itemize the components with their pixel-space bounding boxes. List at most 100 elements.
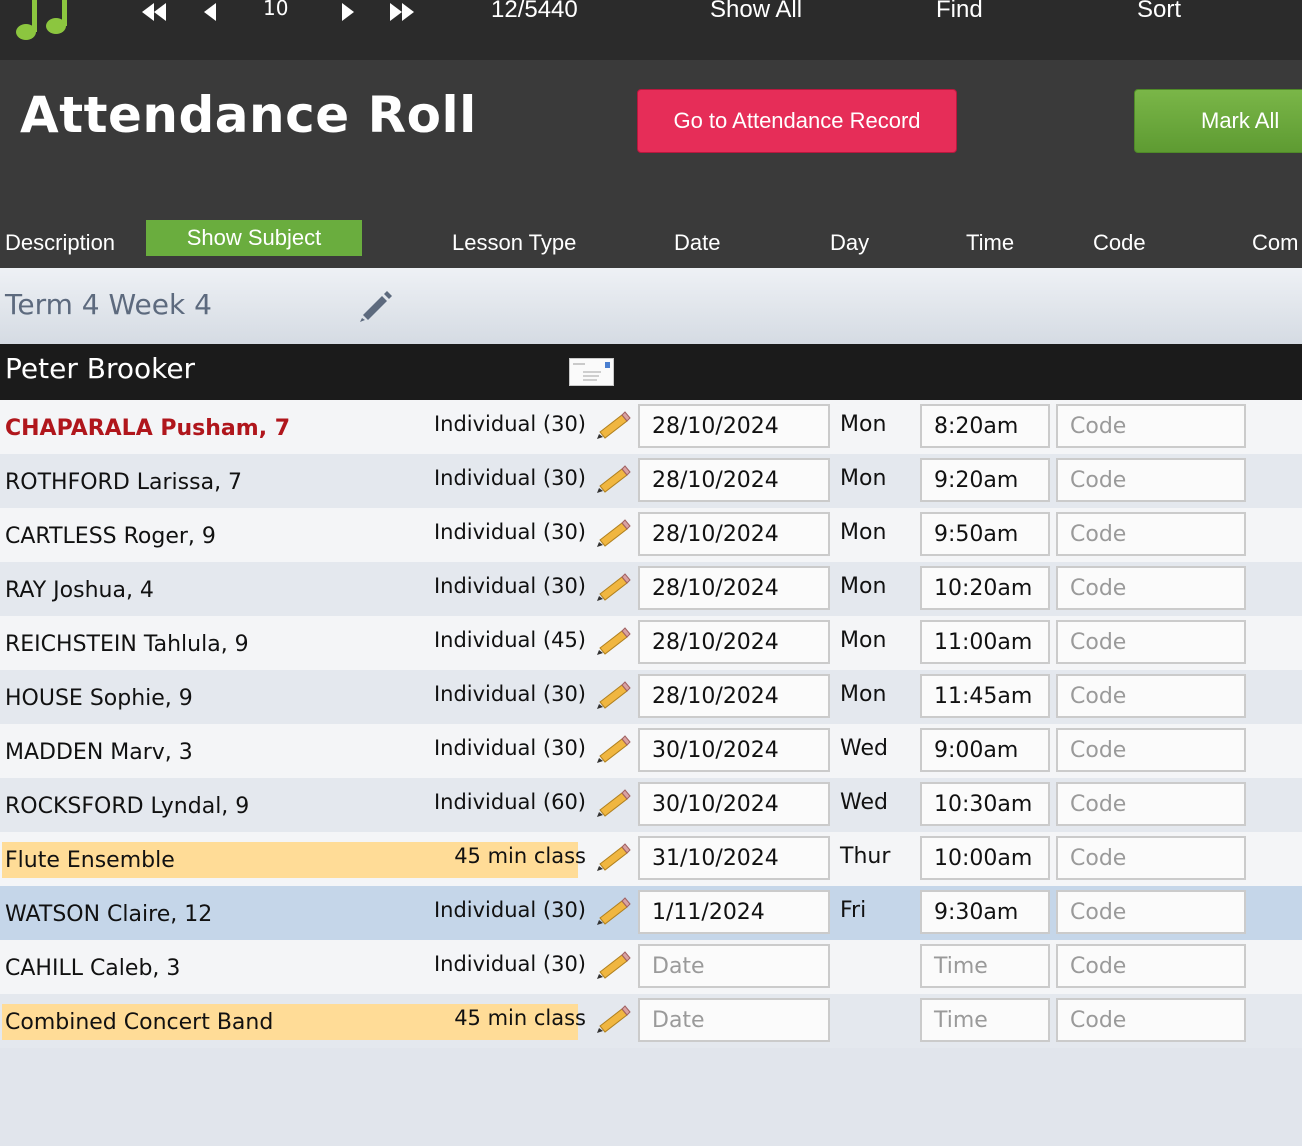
lesson-type: Individual (30) xyxy=(433,520,586,544)
lesson-type: Individual (30) xyxy=(433,574,586,598)
code-field[interactable]: Code xyxy=(1056,404,1246,448)
time-field[interactable]: 11:45am xyxy=(920,674,1050,718)
code-field[interactable]: Code xyxy=(1056,512,1246,556)
code-field[interactable]: Code xyxy=(1056,728,1246,772)
column-date[interactable]: Date xyxy=(674,230,720,256)
date-field[interactable]: 30/10/2024 xyxy=(638,782,830,826)
find-button[interactable]: Find xyxy=(936,0,983,24)
date-field[interactable]: 28/10/2024 xyxy=(638,566,830,610)
pencil-icon[interactable] xyxy=(596,734,632,764)
student-name[interactable]: ROTHFORD Larissa, 7 xyxy=(5,470,242,495)
code-field[interactable]: Code xyxy=(1056,998,1246,1042)
date-field[interactable]: Date xyxy=(638,944,830,988)
pencil-icon[interactable] xyxy=(596,1004,632,1034)
time-field[interactable]: 8:20am xyxy=(920,404,1050,448)
first-record-icon[interactable] xyxy=(138,0,170,28)
show-all-button[interactable]: Show All xyxy=(710,0,802,24)
student-row[interactable]: CHAPARALA Pusham, 7 Individual (30) 28/10/… xyxy=(0,400,1302,454)
date-field[interactable]: 28/10/2024 xyxy=(638,620,830,664)
student-name[interactable]: CAHILL Caleb, 3 xyxy=(5,956,180,981)
student-name[interactable]: HOUSE Sophie, 9 xyxy=(5,686,193,711)
code-field[interactable]: Code xyxy=(1056,458,1246,502)
code-field[interactable]: Code xyxy=(1056,944,1246,988)
student-name[interactable]: RAY Joshua, 4 xyxy=(5,578,154,603)
date-field[interactable]: 28/10/2024 xyxy=(638,512,830,556)
student-name[interactable]: ROCKSFORD Lyndal, 9 xyxy=(5,794,249,819)
pencil-icon[interactable] xyxy=(596,410,632,440)
show-subject-button[interactable]: Show Subject xyxy=(146,220,362,256)
day-label: Mon xyxy=(840,574,887,599)
date-field[interactable]: 31/10/2024 xyxy=(638,836,830,880)
date-field[interactable]: Date xyxy=(638,998,830,1042)
time-field[interactable]: 9:30am xyxy=(920,890,1050,934)
time-field[interactable]: 9:50am xyxy=(920,512,1050,556)
pencil-icon[interactable] xyxy=(596,842,632,872)
pencil-icon[interactable] xyxy=(596,950,632,980)
column-description[interactable]: Description xyxy=(5,230,115,256)
envelope-icon[interactable] xyxy=(569,358,614,386)
student-row[interactable]: CAHILL Caleb, 3 Individual (30) Date Time Co… xyxy=(0,940,1302,994)
code-field[interactable]: Code xyxy=(1056,890,1246,934)
lesson-type: Individual (60) xyxy=(433,790,586,814)
pencil-icon[interactable] xyxy=(596,788,632,818)
group-row[interactable]: Combined Concert Band 45 min class Date Tim… xyxy=(0,994,1302,1048)
time-field[interactable]: Time xyxy=(920,944,1050,988)
time-field[interactable]: 10:30am xyxy=(920,782,1050,826)
column-code[interactable]: Code xyxy=(1093,230,1146,256)
time-field[interactable]: 9:00am xyxy=(920,728,1050,772)
pencil-icon[interactable] xyxy=(596,464,632,494)
next-record-icon[interactable] xyxy=(336,0,360,28)
date-field[interactable]: 30/10/2024 xyxy=(638,728,830,772)
lesson-type: 45 min class xyxy=(454,844,586,868)
pencil-icon[interactable] xyxy=(356,288,394,324)
code-field[interactable]: Code xyxy=(1056,620,1246,664)
time-field[interactable]: 10:20am xyxy=(920,566,1050,610)
student-name[interactable]: MADDEN Marv, 3 xyxy=(5,740,193,765)
student-name[interactable]: REICHSTEIN Tahlula, 9 xyxy=(5,632,249,657)
student-row[interactable]: CARTLESS Roger, 9 Individual (30) 28/10/20… xyxy=(0,508,1302,562)
mark-all-button[interactable]: Mark All xyxy=(1134,89,1302,153)
student-name[interactable]: CHAPARALA Pusham, 7 xyxy=(5,416,290,441)
student-name[interactable]: Combined Concert Band xyxy=(5,1010,273,1035)
pencil-icon[interactable] xyxy=(596,626,632,656)
day-label: Fri xyxy=(840,898,867,923)
pencil-icon[interactable] xyxy=(596,680,632,710)
column-time[interactable]: Time xyxy=(966,230,1014,256)
student-name[interactable]: WATSON Claire, 12 xyxy=(5,902,212,927)
student-name[interactable]: CARTLESS Roger, 9 xyxy=(5,524,216,549)
date-field[interactable]: 1/11/2024 xyxy=(638,890,830,934)
teacher-name: Peter Brooker xyxy=(5,352,196,385)
column-comments[interactable]: Com xyxy=(1252,230,1298,256)
time-field[interactable]: 9:20am xyxy=(920,458,1050,502)
group-row[interactable]: Flute Ensemble 45 min class 31/10/2024 Thur… xyxy=(0,832,1302,886)
day-label: Mon xyxy=(840,682,887,707)
date-field[interactable]: 28/10/2024 xyxy=(638,674,830,718)
column-lesson-type[interactable]: Lesson Type xyxy=(452,230,576,256)
code-field[interactable]: Code xyxy=(1056,674,1246,718)
go-to-attendance-record-button[interactable]: Go to Attendance Record xyxy=(637,89,957,153)
code-field[interactable]: Code xyxy=(1056,836,1246,880)
student-row[interactable]: HOUSE Sophie, 9 Individual (30) 28/10/2024… xyxy=(0,670,1302,724)
student-row[interactable]: WATSON Claire, 12 Individual (30) 1/11/202… xyxy=(0,886,1302,940)
student-row[interactable]: ROTHFORD Larissa, 7 Individual (30) 28/10/… xyxy=(0,454,1302,508)
student-row[interactable]: MADDEN Marv, 3 Individual (30) 30/10/2024 W… xyxy=(0,724,1302,778)
code-field[interactable]: Code xyxy=(1056,566,1246,610)
code-field[interactable]: Code xyxy=(1056,782,1246,826)
time-field[interactable]: 11:00am xyxy=(920,620,1050,664)
date-field[interactable]: 28/10/2024 xyxy=(638,458,830,502)
pencil-icon[interactable] xyxy=(596,518,632,548)
student-row[interactable]: REICHSTEIN Tahlula, 9 Individual (45) 28/1… xyxy=(0,616,1302,670)
lesson-type: Individual (30) xyxy=(433,952,586,976)
column-day[interactable]: Day xyxy=(830,230,869,256)
student-name[interactable]: Flute Ensemble xyxy=(5,848,175,873)
time-field[interactable]: 10:00am xyxy=(920,836,1050,880)
last-record-icon[interactable] xyxy=(386,0,418,28)
pencil-icon[interactable] xyxy=(596,896,632,926)
student-row[interactable]: ROCKSFORD Lyndal, 9 Individual (60) 30/10/… xyxy=(0,778,1302,832)
sort-button[interactable]: Sort xyxy=(1137,0,1181,24)
previous-record-icon[interactable] xyxy=(198,0,222,28)
pencil-icon[interactable] xyxy=(596,572,632,602)
student-row[interactable]: RAY Joshua, 4 Individual (30) 28/10/2024 Mo… xyxy=(0,562,1302,616)
time-field[interactable]: Time xyxy=(920,998,1050,1042)
date-field[interactable]: 28/10/2024 xyxy=(638,404,830,448)
